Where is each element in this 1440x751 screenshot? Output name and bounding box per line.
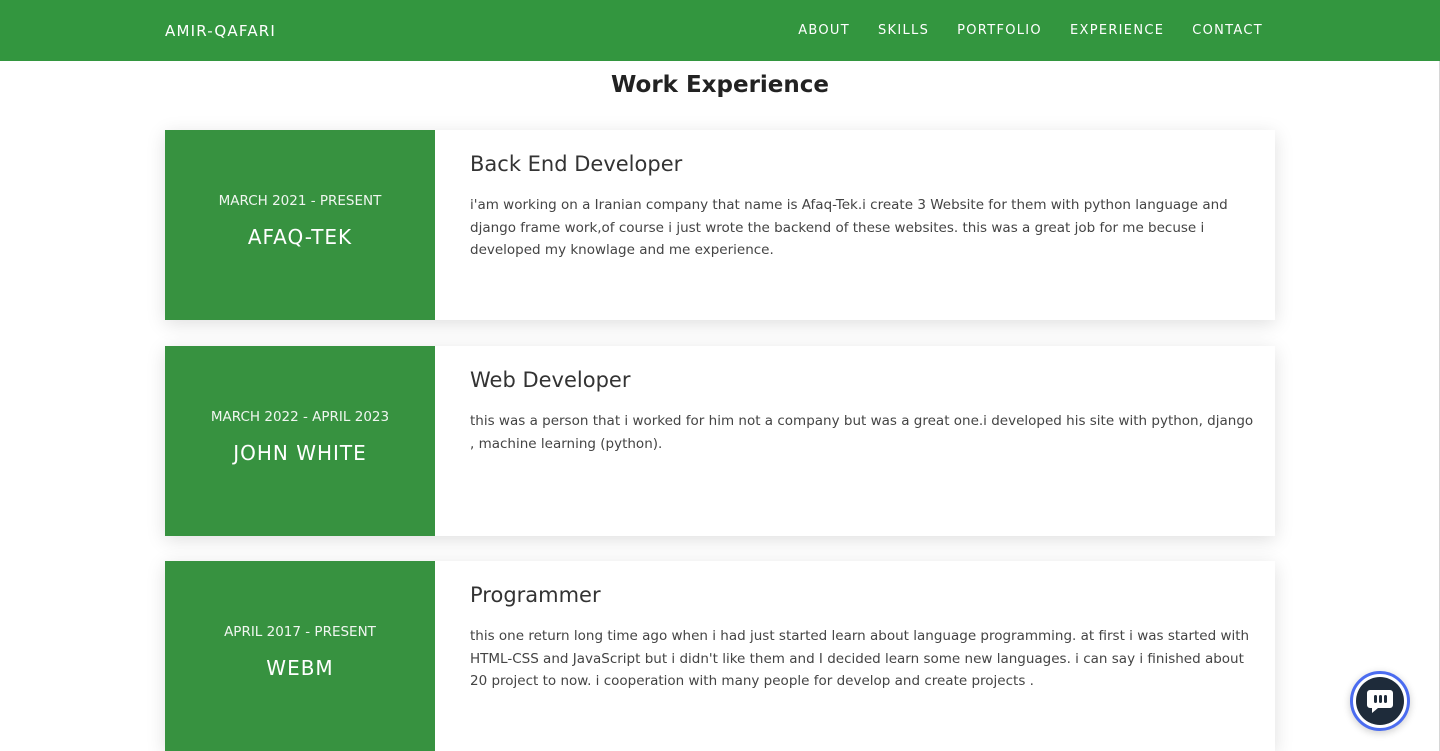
nav-link-experience[interactable]: EXPERIENCE: [1070, 23, 1164, 38]
section-title: Work Experience: [610, 72, 830, 98]
nav-link-portfolio[interactable]: PORTFOLIO: [957, 23, 1042, 38]
experience-card-body: Programmer this one return long time ago…: [435, 561, 1275, 751]
experience-description: this one return long time ago when i had…: [470, 628, 1250, 689]
experience-company: AFAQ-TEK: [247, 225, 353, 249]
nav-link-contact[interactable]: CONTACT: [1192, 23, 1263, 38]
nav-links: ABOUT SKILLS PORTFOLIO EXPERIENCE CONTAC…: [770, 23, 1263, 38]
experience-role: Web Developer: [470, 368, 631, 392]
experience-card-header: MARCH 2022 - APRIL 2023 JOHN WHITE: [165, 346, 435, 536]
experience-date: APRIL 2017 - PRESENT: [224, 624, 376, 640]
experience-company: WEBM: [266, 656, 334, 680]
nav-link-skills[interactable]: SKILLS: [878, 23, 929, 38]
experience-description: i'am working on a Iranian company that n…: [470, 197, 1228, 258]
brand-logo-link[interactable]: AMIR-QAFARI: [165, 22, 276, 40]
experience-company: JOHN WHITE: [233, 441, 367, 465]
experience-card: MARCH 2021 - PRESENT AFAQ-TEK Back End D…: [165, 130, 1275, 320]
experience-description: this was a person that i worked for him …: [470, 413, 1254, 452]
experience-card: MARCH 2022 - APRIL 2023 JOHN WHITE Web D…: [165, 346, 1275, 536]
experience-date: MARCH 2021 - PRESENT: [218, 193, 382, 209]
experience-card: APRIL 2017 - PRESENT WEBM Programmer thi…: [165, 561, 1275, 751]
experience-card-header: APRIL 2017 - PRESENT WEBM: [165, 561, 435, 751]
experience-card-body: Back End Developer i'am working on a Ira…: [435, 130, 1275, 320]
experience-role: Programmer: [470, 583, 601, 607]
experience-card-header: MARCH 2021 - PRESENT AFAQ-TEK: [165, 130, 435, 320]
nav-link-about[interactable]: ABOUT: [798, 23, 850, 38]
top-navbar: AMIR-QAFARI ABOUT SKILLS PORTFOLIO EXPER…: [0, 0, 1440, 61]
experience-date: MARCH 2022 - APRIL 2023: [210, 409, 390, 425]
experience-card-body: Web Developer this was a person that i w…: [435, 346, 1275, 536]
chat-bubble-icon: [1356, 677, 1404, 725]
chat-widget-button[interactable]: [1350, 671, 1410, 731]
experience-role: Back End Developer: [470, 152, 683, 176]
